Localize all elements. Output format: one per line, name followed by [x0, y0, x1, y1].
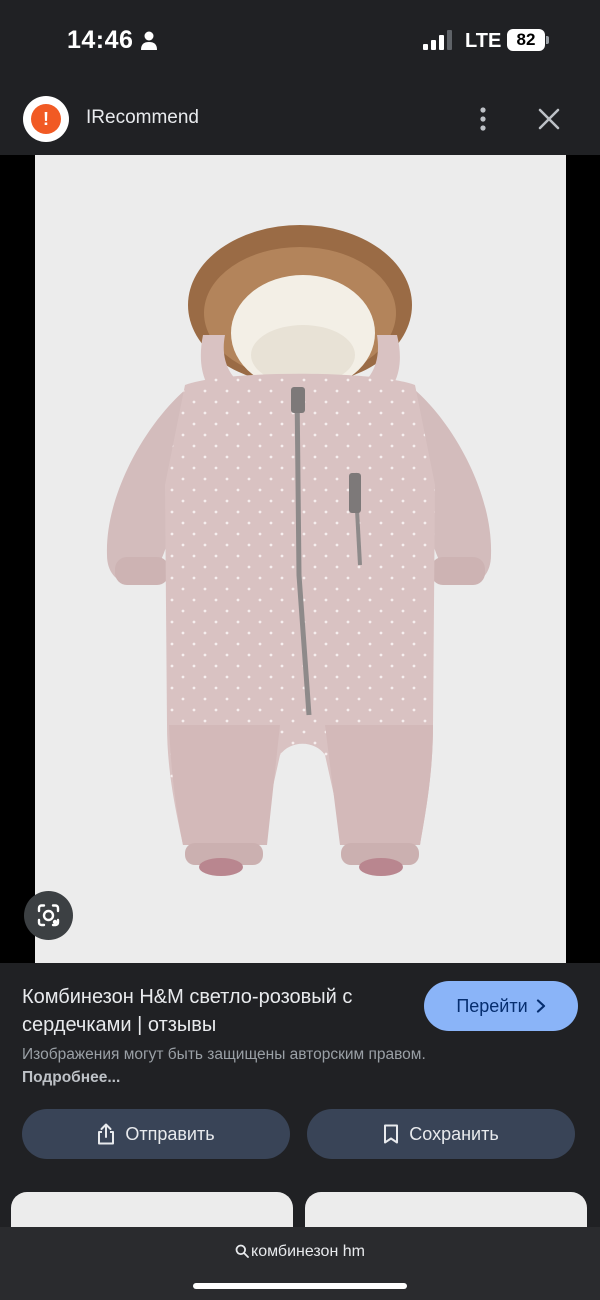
bottom-search-bar: комбинезон hm [0, 1227, 600, 1300]
battery-indicator: 82 [507, 29, 545, 51]
battery-tip [546, 36, 549, 44]
more-vert-icon[interactable] [472, 104, 494, 134]
status-time: 14:46 [67, 26, 134, 54]
learn-more-link[interactable]: Подробнее... [22, 1069, 120, 1086]
share-button-label: Отправить [125, 1123, 215, 1144]
copyright-text: Изображения могут быть защищены авторски… [22, 1046, 426, 1063]
share-icon [98, 1123, 115, 1145]
visit-button-label: Перейти [456, 995, 528, 1016]
network-type: LTE [465, 30, 502, 52]
status-bar: 14:46 LTE 82 [0, 0, 600, 80]
save-button-label: Сохранить [409, 1123, 499, 1144]
result-title[interactable]: Комбинезон H&M светло-розовый с сердечка… [22, 983, 412, 1039]
product-image[interactable] [35, 155, 566, 963]
save-button[interactable]: Сохранить [307, 1109, 575, 1159]
search-query-text: комбинезон hm [251, 1243, 365, 1260]
source-logo-mark: ! [31, 104, 61, 134]
share-button[interactable]: Отправить [22, 1109, 290, 1159]
snowsuit-illustration [35, 155, 566, 963]
person-icon [141, 31, 157, 50]
visit-button[interactable]: Перейти [424, 981, 578, 1031]
copyright-notice: Изображения могут быть защищены авторски… [22, 1043, 442, 1089]
bookmark-icon [384, 1124, 399, 1144]
source-name[interactable]: IRecommend [86, 107, 199, 129]
close-icon[interactable] [536, 106, 562, 132]
image-viewer [0, 155, 600, 963]
search-icon [235, 1244, 249, 1258]
chevron-right-icon [536, 999, 545, 1013]
lens-button[interactable] [24, 891, 73, 940]
search-query-chip[interactable]: комбинезон hm [0, 1243, 600, 1261]
source-header: ! IRecommend [0, 80, 600, 155]
signal-icon [423, 30, 452, 50]
source-logo[interactable]: ! [23, 96, 69, 142]
lens-icon [37, 904, 60, 927]
home-indicator[interactable] [193, 1283, 407, 1289]
